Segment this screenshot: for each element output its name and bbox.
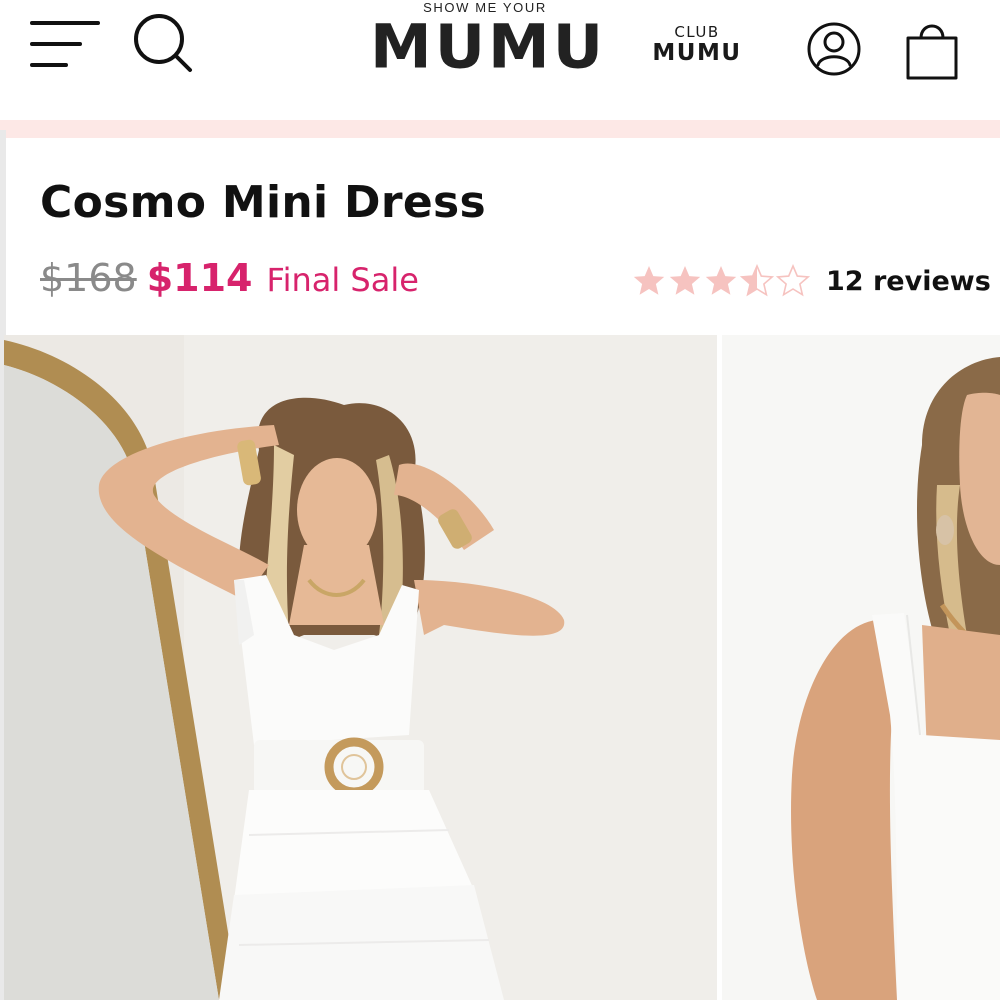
empty-star-icon [776,264,810,297]
account-icon[interactable] [805,20,863,78]
reviews-count: 12 reviews [826,265,991,297]
original-price: $168 [40,256,137,300]
site-header: SHOW ME YOUR MUMU CLUB MUMU [0,0,1000,118]
price-row: $168 $114 Final Sale [40,256,419,306]
product-gallery [0,335,1000,1000]
club-label-bottom: MUMU [652,40,742,66]
final-sale-label: Final Sale [266,261,419,299]
star-icon [633,266,665,295]
club-label-top: CLUB [674,23,720,41]
model-detail-illustration [722,335,1000,1000]
menu-icon[interactable] [30,20,100,70]
star-icon [669,266,701,295]
star-rating [632,264,812,298]
half-star-icon [740,264,774,297]
product-title: Cosmo Mini Dress [40,177,486,228]
rating-summary[interactable]: 12 reviews [632,262,991,300]
shopping-bag-icon[interactable] [904,18,960,82]
star-icon [705,266,737,295]
product-photo-detail[interactable] [722,335,1000,1000]
club-mumu-link[interactable]: CLUB MUMU [650,24,744,66]
brand-logo[interactable]: SHOW ME YOUR MUMU [370,0,607,90]
search-icon[interactable] [130,12,194,74]
brand-name: MUMU [370,10,607,83]
promo-strip [0,120,1000,138]
model-photo-illustration [4,335,717,1000]
sale-price: $114 [146,256,253,300]
product-photo-front[interactable] [4,335,717,1000]
